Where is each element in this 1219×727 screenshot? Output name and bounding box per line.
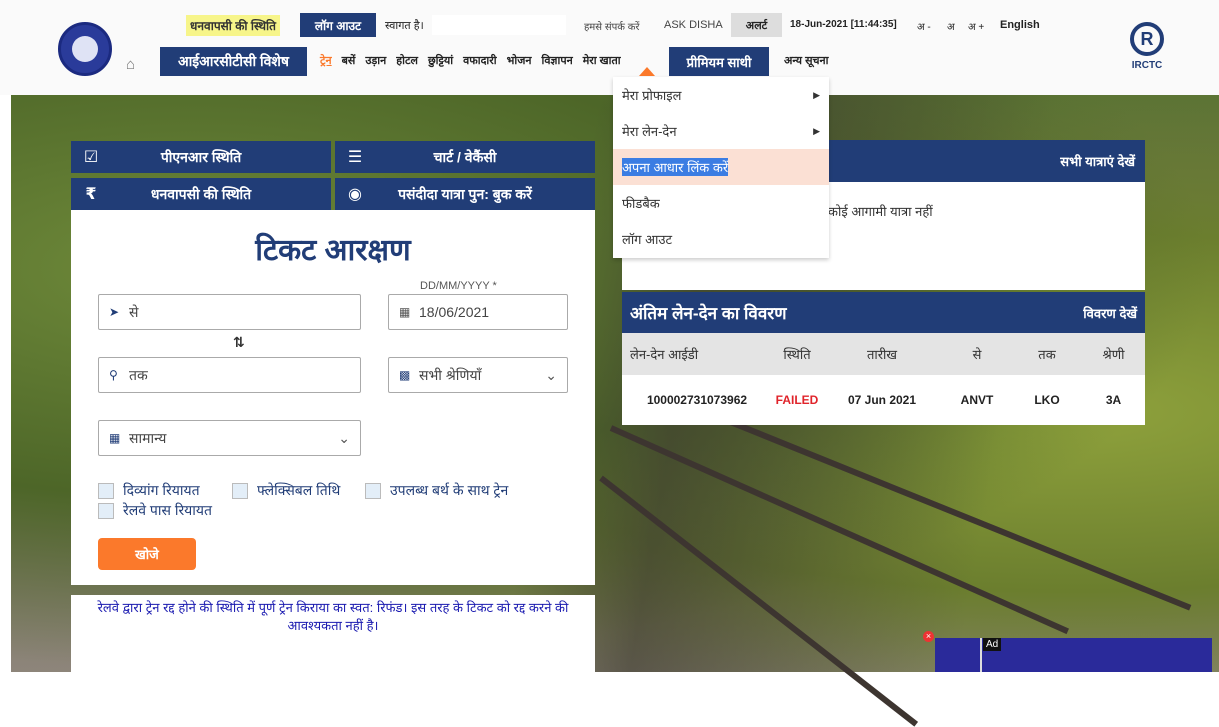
date-label: DD/MM/YYYY *: [420, 280, 497, 292]
status-badge: FAILED: [775, 393, 819, 407]
briefcase-icon: ▩: [399, 368, 411, 382]
nav-buses[interactable]: बसें: [342, 53, 356, 68]
swap-stations-icon[interactable]: ⇅: [233, 334, 245, 351]
font-decrease-button[interactable]: अ -: [917, 19, 931, 33]
menu-item-link-aadhaar[interactable]: अपना आधार लिंक करें: [613, 149, 829, 185]
from-station-input[interactable]: ➤ से: [98, 294, 361, 330]
search-button[interactable]: खोजे: [98, 538, 196, 570]
nav-hotels[interactable]: होटल: [396, 53, 418, 68]
refund-status-link[interactable]: धनवापसी की स्थिति: [186, 15, 281, 36]
available-berth-checkbox[interactable]: उपलब्ध बर्थ के साथ ट्रेन: [365, 481, 508, 500]
home-icon[interactable]: ⌂: [126, 56, 135, 73]
nav-meals[interactable]: भोजन: [507, 53, 532, 68]
tile-pnr-status[interactable]: ☑ पीएनआर स्थिति: [71, 141, 331, 173]
font-increase-button[interactable]: अ +: [968, 19, 984, 33]
my-account-dropdown: मेरा प्रोफाइल ▶ मेरा लेन-देन ▶ अपना आधार ल…: [613, 77, 829, 258]
map-pin-icon: ⚲: [109, 368, 118, 382]
location-pin-icon: ◉: [348, 186, 362, 203]
tile-chart-vacancy[interactable]: ☰ चार्ट / वेकैंसी: [335, 141, 595, 173]
main-nav: ट्रेन बसें उड़ान होटल छुट्टियां वफादारी …: [320, 53, 631, 68]
view-details-link[interactable]: विवरण देखें: [1083, 304, 1137, 322]
clipboard-check-icon: ☑: [83, 149, 99, 166]
caret-right-icon: ▶: [813, 89, 820, 100]
close-ad-icon[interactable]: ×: [923, 631, 934, 642]
chevron-down-icon: ⌄: [545, 366, 557, 383]
tile-favourite-journey[interactable]: ◉ पसंदीदा यात्रा पुन: बुक करें: [335, 178, 595, 210]
flexible-date-checkbox[interactable]: फ्लेक्सिबल तिथि: [232, 481, 340, 500]
menu-item-my-profile[interactable]: मेरा प्रोफाइल ▶: [613, 77, 829, 113]
to-station-input[interactable]: ⚲ तक: [98, 357, 361, 393]
calendar-icon: ▦: [399, 305, 411, 319]
nav-train[interactable]: ट्रेन: [320, 53, 332, 68]
chevron-down-icon: ⌄: [338, 429, 350, 446]
view-all-trips-link[interactable]: सभी यात्राएं देखें: [1060, 152, 1135, 170]
datetime: 18-Jun-2021 [11:44:35]: [790, 19, 897, 30]
nav-advertising[interactable]: विज्ञापन: [541, 53, 572, 68]
indian-railways-logo[interactable]: [58, 22, 112, 76]
grid-icon: ▦: [109, 431, 121, 445]
ad-banner[interactable]: Ad: [935, 638, 1212, 672]
premium-partner-button[interactable]: प्रीमियम साथी: [669, 47, 769, 76]
transaction-table: लेन-देन आईडी स्थिति तारीख से तक श्रेणी 1…: [622, 333, 1145, 425]
rupee-refund-icon: ₹: [85, 186, 97, 203]
menu-item-logout[interactable]: लॉग आउट: [613, 221, 829, 257]
nav-my-account[interactable]: मेरा खाता: [583, 53, 621, 68]
dropdown-caret-icon: [639, 67, 655, 76]
navigation-arrow-icon: ➤: [109, 305, 120, 319]
table-header: लेन-देन आईडी स्थिति तारीख से तक श्रेणी: [622, 333, 1145, 375]
irctc-logo[interactable]: R IRCTC: [1123, 22, 1171, 78]
railway-pass-checkbox[interactable]: रेलवे पास रियायत: [98, 501, 212, 520]
nav-loyalty[interactable]: वफादारी: [463, 53, 496, 68]
booking-title: टिकट आरक्षण: [255, 234, 411, 267]
welcome-text: स्वागत है।: [385, 20, 424, 32]
irctc-special-button[interactable]: आईआरसीटीसी विशेष: [160, 47, 307, 76]
username-box: [432, 15, 566, 35]
font-normal-button[interactable]: अ: [947, 19, 955, 33]
menu-item-feedback[interactable]: फीडबैक: [613, 185, 829, 221]
last-transaction-title: अंतिम लेन-देन का विवरण: [630, 304, 787, 323]
last-transaction-panel: अंतिम लेन-देन का विवरण विवरण देखें लेन-द…: [622, 292, 1145, 425]
logout-button[interactable]: लॉग आउट: [300, 13, 376, 37]
booking-form: टिकट आरक्षण ➤ से DD/MM/YYYY * ▦ 18/06/2021…: [71, 210, 595, 585]
divyang-concession-checkbox[interactable]: दिव्यांग रियायत: [98, 481, 200, 500]
ask-disha-link[interactable]: ASK DISHA: [664, 19, 723, 31]
header: धनवापसी की स्थिति लॉग आउट स्वागत है। हमस…: [0, 0, 1219, 95]
class-select[interactable]: ▩ सभी श्रेणियाँ ⌄: [388, 357, 568, 393]
document-list-icon: ☰: [347, 149, 363, 166]
journey-date-input[interactable]: ▦ 18/06/2021: [388, 294, 568, 330]
language-english[interactable]: English: [1000, 19, 1040, 31]
caret-right-icon: ▶: [813, 125, 820, 136]
menu-item-my-transactions[interactable]: मेरा लेन-देन ▶: [613, 113, 829, 149]
refund-notice: रेलवे द्वारा ट्रेन रद्द होने की स्थिति म…: [71, 595, 595, 672]
alert-button[interactable]: अलर्ट: [731, 13, 782, 37]
table-row[interactable]: 100002731073962 FAILED 07 Jun 2021 ANVT …: [622, 375, 1145, 425]
nav-other-info[interactable]: अन्य सूचना: [784, 53, 828, 68]
tile-refund-status[interactable]: ₹ धनवापसी की स्थिति: [71, 178, 331, 210]
ad-label: Ad: [983, 638, 1002, 651]
nav-holidays[interactable]: छुट्टियां: [428, 53, 453, 68]
contact-link[interactable]: हमसे संपर्क करें: [584, 19, 640, 33]
nav-flights[interactable]: उड़ान: [365, 53, 386, 68]
quota-select[interactable]: ▦ सामान्य ⌄: [98, 420, 361, 456]
